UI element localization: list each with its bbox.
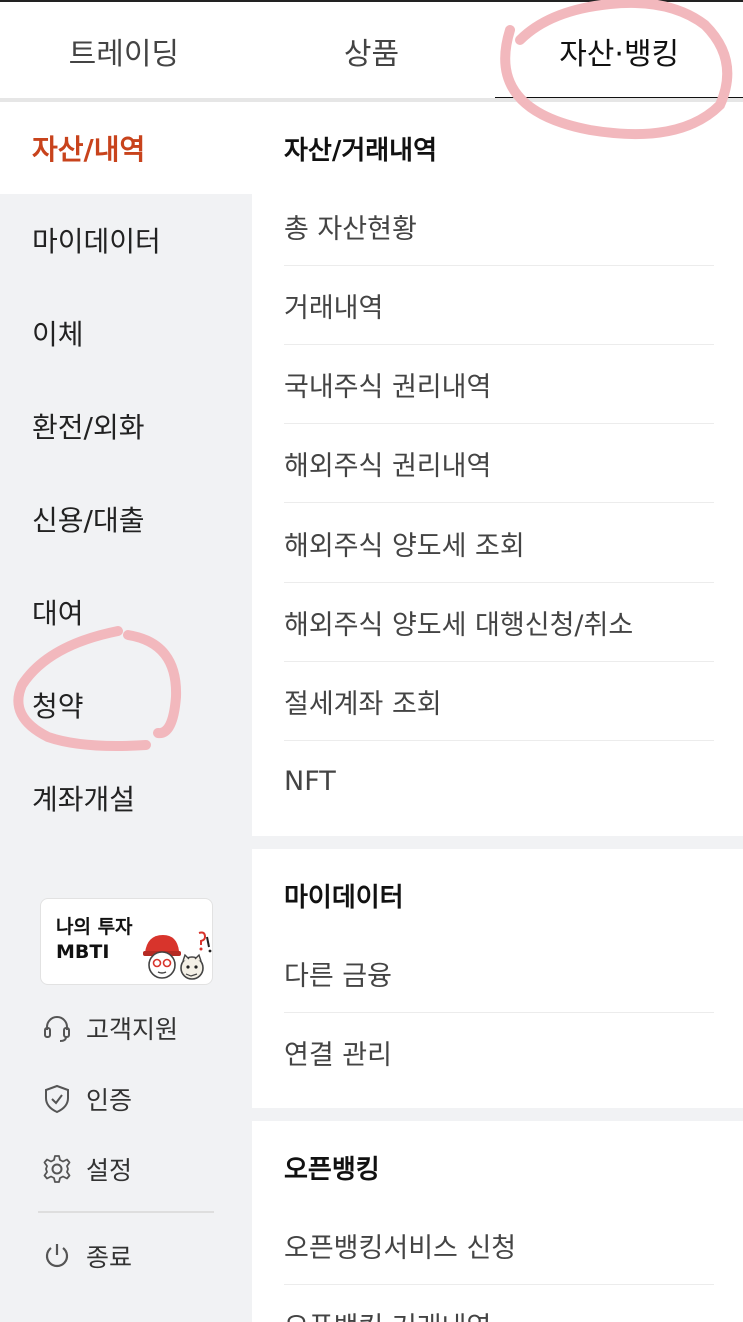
top-tab-bar: 트레이딩 상품 자산·뱅킹 [0, 2, 743, 101]
mbti-line2: MBTI [56, 941, 110, 963]
sidebar: 자산/내역 마이데이터 이체 환전/외화 신용/대출 대여 청약 계좌개설 나의… [0, 102, 252, 1322]
menu-item-overseas-tax-agency[interactable]: 해외주식 양도세 대행신청/취소 [284, 583, 714, 662]
gear-icon [40, 1152, 74, 1186]
mbti-banner-text: 나의 투자 MBTI [56, 915, 133, 965]
menu-item-overseas-tax-inquiry[interactable]: 해외주식 양도세 조회 [284, 504, 714, 583]
menu-item-open-banking-history[interactable]: 오픈뱅킹 거래내역 [284, 1285, 714, 1322]
exit-button[interactable]: 종료 [40, 1236, 132, 1276]
tab-assets-banking[interactable]: 자산·뱅킹 [495, 2, 743, 101]
menu-item-nft[interactable]: NFT [284, 742, 714, 821]
sidebar-item-credit-loan[interactable]: 신용/대출 [0, 473, 252, 565]
settings-button[interactable]: 설정 [40, 1149, 132, 1189]
section-title: 마이데이터 [284, 883, 404, 913]
tab-products[interactable]: 상품 [248, 2, 496, 100]
menu-content: 자산/거래내역 총 자산현황 거래내역 국내주식 권리내역 해외주식 권리내역 … [252, 102, 743, 1322]
section-title: 오픈뱅킹 [284, 1155, 380, 1185]
sidebar-divider [38, 1211, 214, 1213]
mbti-banner[interactable]: 나의 투자 MBTI [40, 898, 213, 985]
sidebar-item-mydata[interactable]: 마이데이터 [0, 194, 252, 286]
section-title: 자산/거래내역 [284, 136, 438, 166]
certification-button[interactable]: 인증 [40, 1079, 132, 1119]
menu-item-overseas-rights[interactable]: 해외주식 권리내역 [284, 424, 714, 503]
customer-support-button[interactable]: 고객지원 [40, 1008, 178, 1048]
power-icon [40, 1239, 74, 1273]
sidebar-item-lending[interactable]: 대여 [0, 566, 252, 658]
menu-item-domestic-rights[interactable]: 국내주식 권리내역 [284, 345, 714, 424]
sidebar-item-subscription[interactable]: 청약 [0, 659, 252, 751]
menu-item-other-finance[interactable]: 다른 금융 [284, 934, 714, 1013]
sidebar-item-account-open[interactable]: 계좌개설 [0, 752, 252, 844]
section-assets-history: 자산/거래내역 총 자산현황 거래내역 국내주식 권리내역 해외주식 권리내역 … [252, 102, 743, 836]
mbti-line1: 나의 투자 [56, 916, 133, 938]
exit-label: 종료 [86, 1243, 133, 1272]
menu-item-open-banking-apply[interactable]: 오픈뱅킹서비스 신청 [284, 1206, 714, 1285]
menu-item-tax-saving-account[interactable]: 절세계좌 조회 [284, 662, 714, 741]
menu-item-transaction-history[interactable]: 거래내역 [284, 266, 714, 345]
section-mydata: 마이데이터 다른 금융 연결 관리 [252, 849, 743, 1108]
sidebar-item-exchange[interactable]: 환전/외화 [0, 380, 252, 472]
mbti-character-illustration [143, 931, 212, 980]
sidebar-item-transfer[interactable]: 이체 [0, 287, 252, 379]
shield-check-icon [40, 1082, 74, 1116]
headset-icon [40, 1011, 74, 1045]
menu-item-total-assets[interactable]: 총 자산현황 [284, 187, 714, 266]
sidebar-item-assets-history[interactable]: 자산/내역 [0, 102, 252, 194]
tab-trading[interactable]: 트레이딩 [0, 2, 248, 100]
menu-item-connection-manage[interactable]: 연결 관리 [284, 1013, 714, 1092]
customer-support-label: 고객지원 [86, 1015, 179, 1044]
settings-label: 설정 [86, 1156, 133, 1185]
section-open-banking: 오픈뱅킹 오픈뱅킹서비스 신청 오픈뱅킹 거래내역 [252, 1121, 743, 1322]
certification-label: 인증 [86, 1086, 133, 1115]
